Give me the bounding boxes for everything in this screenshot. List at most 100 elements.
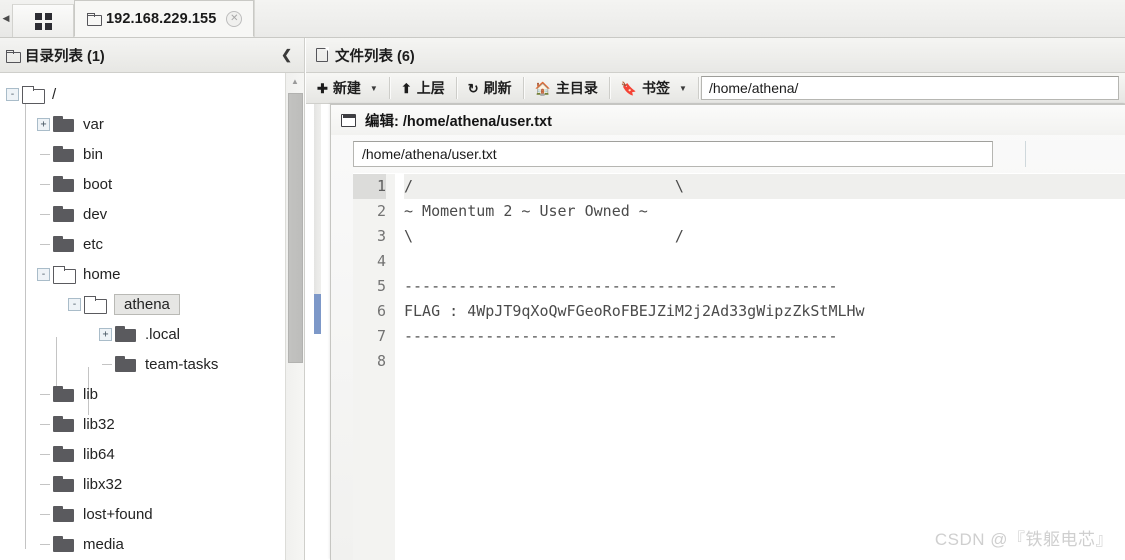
tree-guide-stub [37, 178, 50, 191]
tree-item-media[interactable]: media [0, 529, 285, 559]
tab-192-168-229-155[interactable]: 192.168.229.155 ✕ [74, 0, 254, 37]
tree-item-dev[interactable]: dev [0, 199, 285, 229]
file-toolbar: ✚ 新建 ▼ ⬆ 上层 ↻ 刷新 🏠 主目录 🔖 书签 ▼ /home/athe… [306, 73, 1125, 104]
text-editor-window: 编辑: /home/athena/user.txt /home/athena/u… [330, 104, 1125, 560]
collapse-icon[interactable]: - [6, 87, 19, 101]
folder-open-icon [84, 296, 107, 314]
tree-item-lib32[interactable]: lib32 [0, 409, 285, 439]
line-number: 4 [376, 252, 386, 270]
path-input[interactable]: /home/athena/ [700, 76, 1119, 100]
file-icon [316, 47, 329, 62]
folder-open-icon [53, 266, 76, 284]
folder-icon [53, 536, 74, 552]
line-number: 3 [376, 227, 386, 245]
tree-item-label: home [83, 265, 121, 283]
directory-tree[interactable]: - / + var bin boot dev etc - home - athena + .local te… [0, 73, 285, 560]
editor-line[interactable]: \ / [404, 224, 1125, 249]
folder-icon [87, 13, 102, 26]
refresh-button[interactable]: ↻ 刷新 [457, 73, 523, 103]
editor-title-bar: 编辑: /home/athena/user.txt [331, 105, 1125, 135]
tree-item-lib[interactable]: lib [0, 379, 285, 409]
tree-item-label: lib32 [83, 415, 115, 433]
collapse-icon[interactable]: - [37, 267, 50, 281]
tree-item-label: lib64 [83, 445, 115, 463]
tree-item-label: dev [83, 205, 108, 223]
editor-line[interactable]: ----------------------------------------… [404, 324, 1125, 349]
tree-item-bin[interactable]: bin [0, 139, 285, 169]
editor-line[interactable]: / \ [404, 174, 1125, 199]
folder-open-icon [22, 86, 45, 104]
up-button[interactable]: ⬆ 上层 [390, 73, 456, 103]
tree-item-label: bin [83, 145, 104, 163]
plus-circle-icon: ✚ [317, 80, 328, 96]
new-button[interactable]: ✚ 新建 ▼ [306, 73, 389, 103]
tree-guide-stub [37, 388, 50, 401]
editor-line[interactable]: ----------------------------------------… [404, 274, 1125, 299]
editor-line[interactable] [404, 349, 1125, 374]
app-window: ◀ 192.168.229.155 ✕ 目录列表 (1) ❮ - / + var bin… [0, 0, 1125, 560]
line-number: 8 [376, 352, 386, 370]
tree-item-label: media [83, 535, 124, 553]
folder-icon [115, 326, 136, 342]
expand-icon[interactable]: + [99, 327, 112, 341]
bookmark-button-label: 书签 [642, 80, 671, 96]
sidebar-title: 目录列表 (1) [25, 48, 105, 65]
line-number: 7 [376, 327, 386, 345]
tree-item-home[interactable]: - home [0, 259, 285, 289]
tab-scroll-left-icon[interactable]: ◀ [0, 0, 12, 37]
chevron-left-icon[interactable]: ❮ [281, 47, 296, 63]
editor-text-area[interactable]: / \ ~ Momentum 2 ~ User Owned ~ \ / -------… [395, 174, 1125, 560]
new-button-label: 新建 [332, 80, 361, 96]
file-list-scroll-thumb[interactable] [314, 294, 321, 334]
tree-item--[interactable]: - / [0, 79, 285, 109]
tree-item-boot[interactable]: boot [0, 169, 285, 199]
sidebar-scrollbar[interactable]: ▲ [285, 73, 304, 560]
editor-line[interactable]: ~ Momentum 2 ~ User Owned ~ [404, 199, 1125, 224]
refresh-icon: ↻ [467, 80, 479, 96]
tree-item-team-tasks[interactable]: team-tasks [0, 349, 285, 379]
expand-icon[interactable]: + [37, 117, 50, 131]
chevron-down-icon[interactable]: ▼ [370, 84, 378, 93]
tree-guide-stub [37, 208, 50, 221]
chevron-down-icon[interactable]: ▼ [679, 84, 687, 93]
tree-guide-stub [37, 538, 50, 551]
editor-path-value: /home/athena/user.txt [362, 146, 497, 162]
collapse-icon[interactable]: - [68, 297, 81, 311]
editor-path-row: /home/athena/user.txt [331, 135, 1125, 173]
tab-bar: ◀ 192.168.229.155 ✕ [0, 0, 1125, 38]
tree-item-lost-found[interactable]: lost+found [0, 499, 285, 529]
editor-path-input[interactable]: /home/athena/user.txt [353, 141, 993, 167]
toolbar-divider [697, 77, 699, 99]
tree-item-libx32[interactable]: libx32 [0, 469, 285, 499]
tree-item-etc[interactable]: etc [0, 229, 285, 259]
editor-line[interactable] [404, 249, 1125, 274]
scrollbar-thumb[interactable] [288, 93, 303, 363]
file-list-header: 文件列表 (6) [306, 38, 1125, 73]
folder-icon [53, 236, 74, 252]
folder-icon [53, 206, 74, 222]
file-list-title: 文件列表 (6) [335, 48, 415, 65]
close-icon[interactable]: ✕ [226, 10, 243, 27]
tree-item-lib64[interactable]: lib64 [0, 439, 285, 469]
refresh-button-label: 刷新 [483, 80, 512, 96]
tree-item-label: etc [83, 235, 104, 253]
tree-item--local[interactable]: + .local [0, 319, 285, 349]
line-number: 1 [353, 174, 386, 199]
scroll-up-icon[interactable]: ▲ [286, 73, 304, 90]
bookmark-button[interactable]: 🔖 书签 ▼ [610, 73, 698, 103]
tree-guide-stub [37, 418, 50, 431]
grid-view-button[interactable] [12, 4, 74, 37]
tree-item-athena[interactable]: - athena [0, 289, 285, 319]
tree-item-label: athena [114, 293, 180, 315]
line-number: 5 [376, 277, 386, 295]
tree-item-label: libx32 [83, 475, 123, 493]
file-list-scroll-track[interactable] [314, 104, 321, 294]
folder-icon [53, 386, 74, 402]
editor-line[interactable]: FLAG : 4WpJT9qXoQwFGeoRoFBEJZiM2j2Ad33gW… [404, 299, 1125, 324]
path-input-value: /home/athena/ [708, 80, 799, 96]
home-button[interactable]: 🏠 主目录 [524, 73, 609, 103]
tree-guide-stub [37, 478, 50, 491]
home-icon: 🏠 [534, 80, 551, 96]
tree-guide-stub [37, 448, 50, 461]
tree-item-var[interactable]: + var [0, 109, 285, 139]
